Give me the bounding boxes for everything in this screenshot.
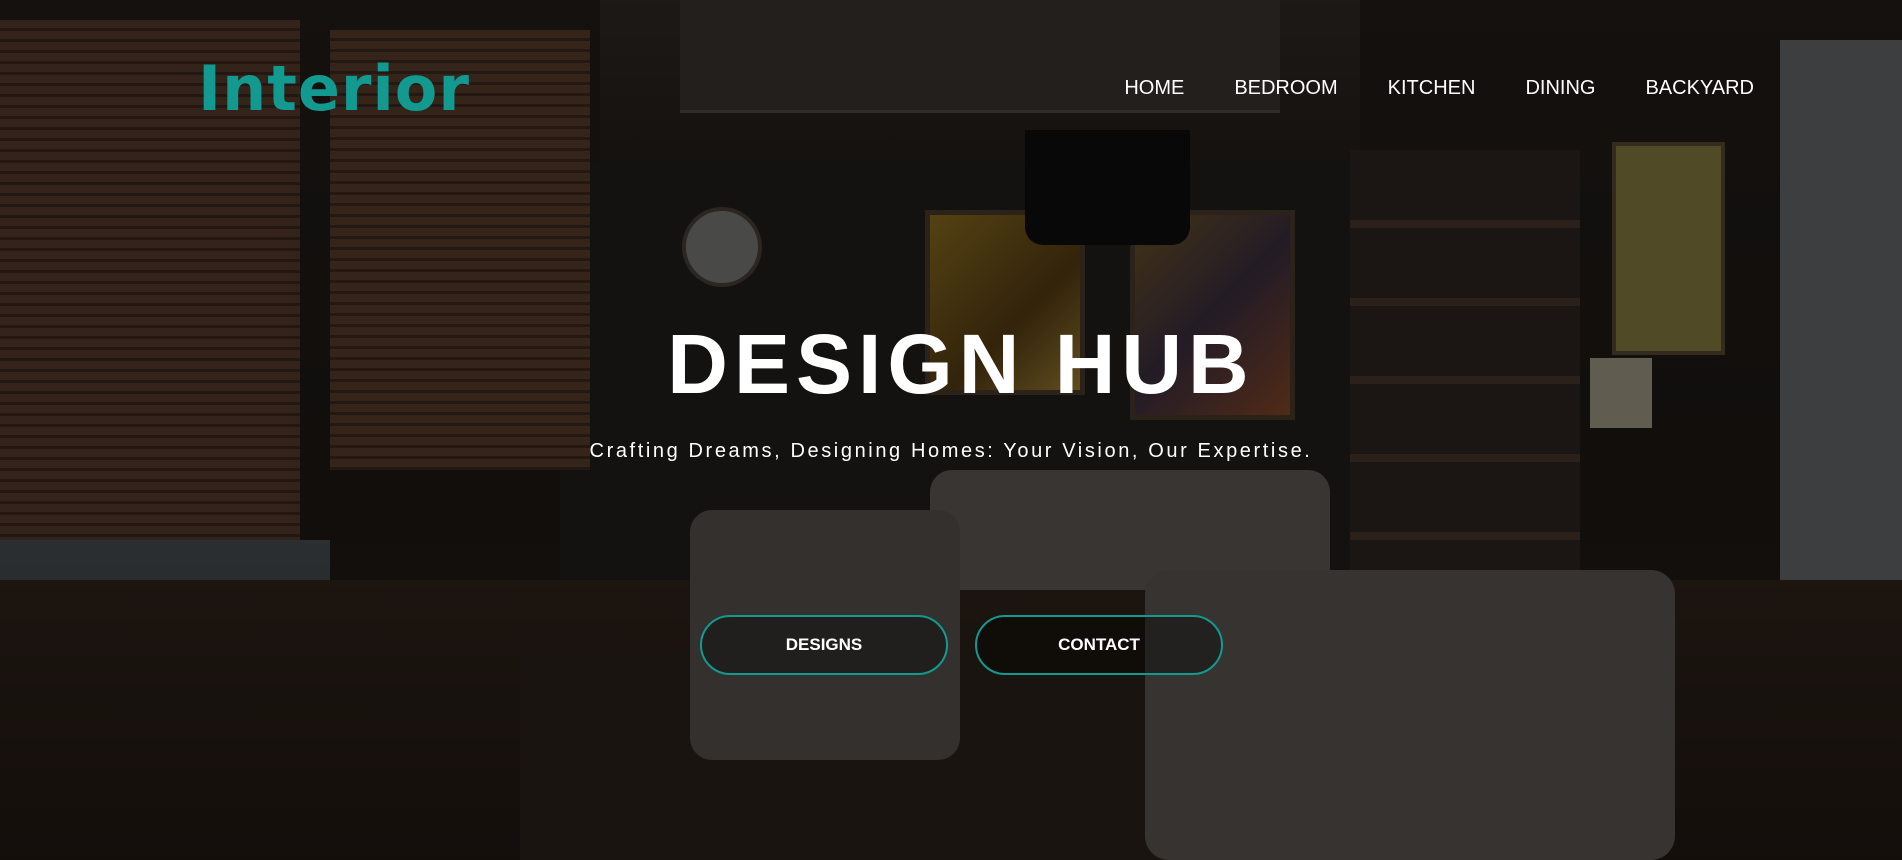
- hero-section: Interior HOME BEDROOM KITCHEN DINING BAC…: [0, 0, 1902, 860]
- hero-tagline: Crafting Dreams, Designing Homes: Your V…: [589, 440, 1313, 462]
- designs-button[interactable]: DESIGNS: [700, 615, 948, 675]
- nav-item-dining[interactable]: DINING: [1525, 76, 1595, 100]
- hero-title: DESIGN HUB: [667, 317, 1255, 411]
- main-nav: HOME BEDROOM KITCHEN DINING BACKYARD: [1124, 76, 1754, 100]
- brand-logo[interactable]: Interior: [198, 58, 470, 120]
- nav-item-bedroom[interactable]: BEDROOM: [1234, 76, 1337, 100]
- nav-item-backyard[interactable]: BACKYARD: [1645, 76, 1754, 100]
- nav-item-home[interactable]: HOME: [1124, 76, 1184, 100]
- nav-item-kitchen[interactable]: KITCHEN: [1388, 76, 1476, 100]
- dark-overlay: [0, 0, 1902, 860]
- contact-button[interactable]: CONTACT: [975, 615, 1223, 675]
